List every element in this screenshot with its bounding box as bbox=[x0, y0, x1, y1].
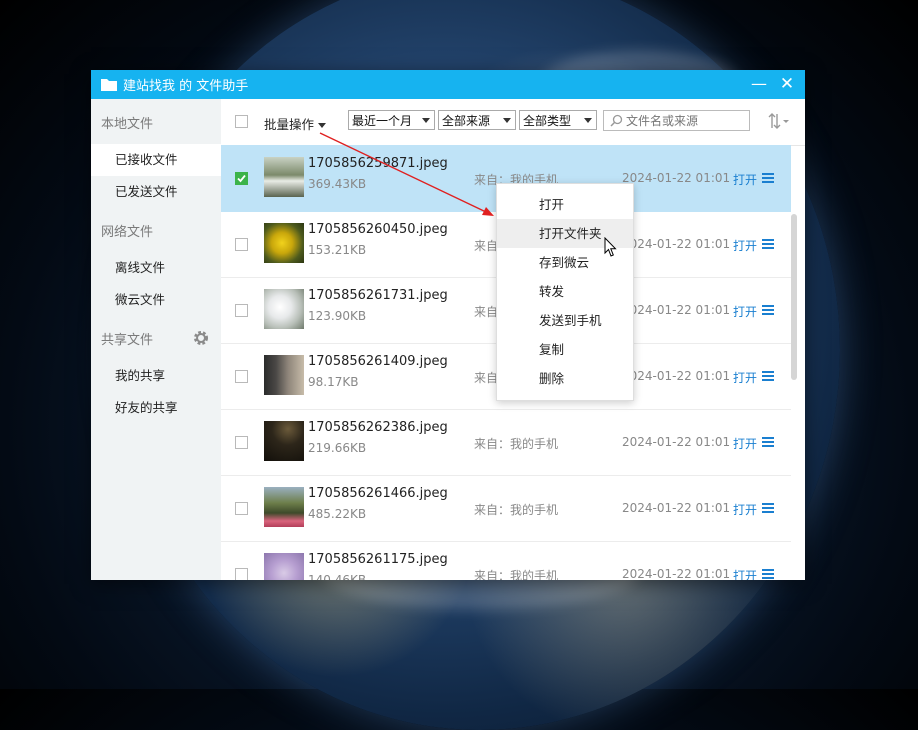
file-row[interactable]: 1705856262386.jpeg 219.66KB 来自：我的手机 2024-01… bbox=[221, 409, 791, 476]
file-assistant-window: 建站找我 的 文件助手 — ✕ 本地文件 已接收文件 已发送文件 网络文件 离线… bbox=[91, 70, 805, 580]
open-link[interactable]: 打开 bbox=[733, 567, 757, 580]
folder-icon bbox=[101, 79, 117, 91]
time-filter-select[interactable]: 最近一个月 bbox=[348, 110, 435, 130]
file-source: 来自：我的手机 bbox=[474, 503, 559, 517]
gear-icon[interactable] bbox=[192, 329, 210, 347]
sort-icon[interactable] bbox=[767, 113, 793, 129]
row-checkbox[interactable] bbox=[235, 238, 248, 251]
file-size: 485.22KB bbox=[308, 507, 367, 521]
row-checkbox[interactable] bbox=[235, 304, 248, 317]
file-thumbnail[interactable] bbox=[264, 355, 304, 395]
source-filter-value: 全部来源 bbox=[442, 114, 491, 128]
file-name[interactable]: 1705856261175.jpeg bbox=[308, 552, 448, 567]
file-date: 2024-01-22 01:01 bbox=[622, 567, 731, 580]
title-bar[interactable]: 建站找我 的 文件助手 — ✕ bbox=[91, 70, 805, 99]
row-checkbox[interactable] bbox=[235, 502, 248, 515]
hamburger-menu-icon[interactable] bbox=[762, 371, 774, 381]
file-date: 2024-01-22 01:01 bbox=[622, 303, 731, 317]
sidebar-item-friends-share[interactable]: 好友的共享 bbox=[91, 392, 221, 424]
source-filter-select[interactable]: 全部来源 bbox=[438, 110, 516, 130]
open-link[interactable]: 打开 bbox=[733, 237, 757, 254]
file-row[interactable]: 1705856261466.jpeg 485.22KB 来自：我的手机 2024-01… bbox=[221, 475, 791, 542]
close-button[interactable]: ✕ bbox=[777, 74, 797, 94]
row-checkbox[interactable] bbox=[235, 568, 248, 580]
file-source: 来自：我的手机 bbox=[474, 437, 559, 451]
time-filter-value: 最近一个月 bbox=[352, 114, 413, 128]
file-thumbnail[interactable] bbox=[264, 421, 304, 461]
file-row[interactable]: 1705856261175.jpeg 140.46KB 来自：我的手机 2024-01… bbox=[221, 541, 791, 580]
hamburger-menu-icon[interactable] bbox=[762, 437, 774, 447]
sidebar-item-sent[interactable]: 已发送文件 bbox=[91, 176, 221, 208]
file-size: 219.66KB bbox=[308, 441, 367, 455]
caret-down-icon bbox=[318, 123, 327, 128]
search-box[interactable] bbox=[603, 110, 750, 131]
file-size: 140.46KB bbox=[308, 573, 367, 580]
open-link[interactable]: 打开 bbox=[733, 303, 757, 320]
menu-item-forward[interactable]: 转发 bbox=[497, 277, 633, 306]
checkmark-icon bbox=[237, 174, 246, 183]
file-date: 2024-01-22 01:01 bbox=[622, 435, 731, 449]
hamburger-menu-icon[interactable] bbox=[762, 503, 774, 513]
sidebar-group-local: 本地文件 bbox=[101, 117, 154, 132]
search-input[interactable] bbox=[626, 113, 744, 128]
open-link[interactable]: 打开 bbox=[733, 435, 757, 452]
hamburger-menu-icon[interactable] bbox=[762, 173, 774, 183]
file-size: 369.43KB bbox=[308, 177, 367, 191]
chevron-down-icon bbox=[422, 118, 430, 123]
file-thumbnail[interactable] bbox=[264, 487, 304, 527]
search-icon bbox=[610, 114, 623, 127]
sidebar-item-received[interactable]: 已接收文件 bbox=[91, 144, 221, 176]
file-source: 来自：我的手机 bbox=[474, 569, 559, 580]
sidebar-item-weiyun[interactable]: 微云文件 bbox=[91, 284, 221, 316]
context-menu: 打开 打开文件夹 存到微云 转发 发送到手机 复制 删除 bbox=[496, 183, 634, 401]
file-thumbnail[interactable] bbox=[264, 289, 304, 329]
hamburger-menu-icon[interactable] bbox=[762, 239, 774, 249]
menu-item-open[interactable]: 打开 bbox=[497, 190, 633, 219]
file-date: 2024-01-22 01:01 bbox=[622, 237, 731, 251]
chevron-down-icon bbox=[503, 118, 511, 123]
file-thumbnail[interactable] bbox=[264, 223, 304, 263]
type-filter-value: 全部类型 bbox=[523, 114, 572, 128]
hamburger-menu-icon[interactable] bbox=[762, 305, 774, 315]
file-thumbnail[interactable] bbox=[264, 157, 304, 197]
file-name[interactable]: 1705856260450.jpeg bbox=[308, 222, 448, 237]
file-thumbnail[interactable] bbox=[264, 553, 304, 580]
type-filter-select[interactable]: 全部类型 bbox=[519, 110, 597, 130]
sidebar-item-offline[interactable]: 离线文件 bbox=[91, 252, 221, 284]
file-date: 2024-01-22 01:01 bbox=[622, 369, 731, 383]
menu-item-copy[interactable]: 复制 bbox=[497, 335, 633, 364]
sidebar: 本地文件 已接收文件 已发送文件 网络文件 离线文件 微云文件 共享文件 我的共… bbox=[91, 99, 221, 580]
file-size: 98.17KB bbox=[308, 375, 359, 389]
open-link[interactable]: 打开 bbox=[733, 501, 757, 518]
file-name[interactable]: 1705856262386.jpeg bbox=[308, 420, 448, 435]
file-date: 2024-01-22 01:01 bbox=[622, 171, 731, 185]
hamburger-menu-icon[interactable] bbox=[762, 569, 774, 579]
row-checkbox[interactable] bbox=[235, 370, 248, 383]
open-link[interactable]: 打开 bbox=[733, 171, 757, 188]
batch-operation-label: 批量操作 bbox=[264, 117, 315, 132]
scrollbar[interactable] bbox=[791, 214, 797, 380]
sidebar-group-network: 网络文件 bbox=[101, 225, 154, 240]
file-date: 2024-01-22 01:01 bbox=[622, 501, 731, 515]
file-size: 123.90KB bbox=[308, 309, 367, 323]
file-name[interactable]: 1705856261731.jpeg bbox=[308, 288, 448, 303]
select-all-checkbox[interactable] bbox=[235, 115, 248, 128]
chevron-down-icon bbox=[584, 118, 592, 123]
menu-item-delete[interactable]: 删除 bbox=[497, 364, 633, 393]
mouse-cursor-icon bbox=[604, 237, 617, 257]
file-name[interactable]: 1705856259871.jpeg bbox=[308, 156, 448, 171]
sidebar-item-my-share[interactable]: 我的共享 bbox=[91, 360, 221, 392]
file-name[interactable]: 1705856261466.jpeg bbox=[308, 486, 448, 501]
minimize-button[interactable]: — bbox=[749, 74, 769, 94]
toolbar: 批量操作 最近一个月 全部来源 全部类型 bbox=[221, 99, 805, 146]
row-checkbox[interactable] bbox=[235, 436, 248, 449]
file-size: 153.21KB bbox=[308, 243, 367, 257]
row-checkbox[interactable] bbox=[235, 172, 248, 185]
batch-operation-button[interactable]: 批量操作 bbox=[264, 114, 327, 133]
menu-item-send-to-phone[interactable]: 发送到手机 bbox=[497, 306, 633, 335]
sidebar-group-share: 共享文件 bbox=[101, 333, 154, 348]
open-link[interactable]: 打开 bbox=[733, 369, 757, 386]
window-title: 建站找我 的 文件助手 bbox=[123, 79, 249, 94]
file-name[interactable]: 1705856261409.jpeg bbox=[308, 354, 448, 369]
